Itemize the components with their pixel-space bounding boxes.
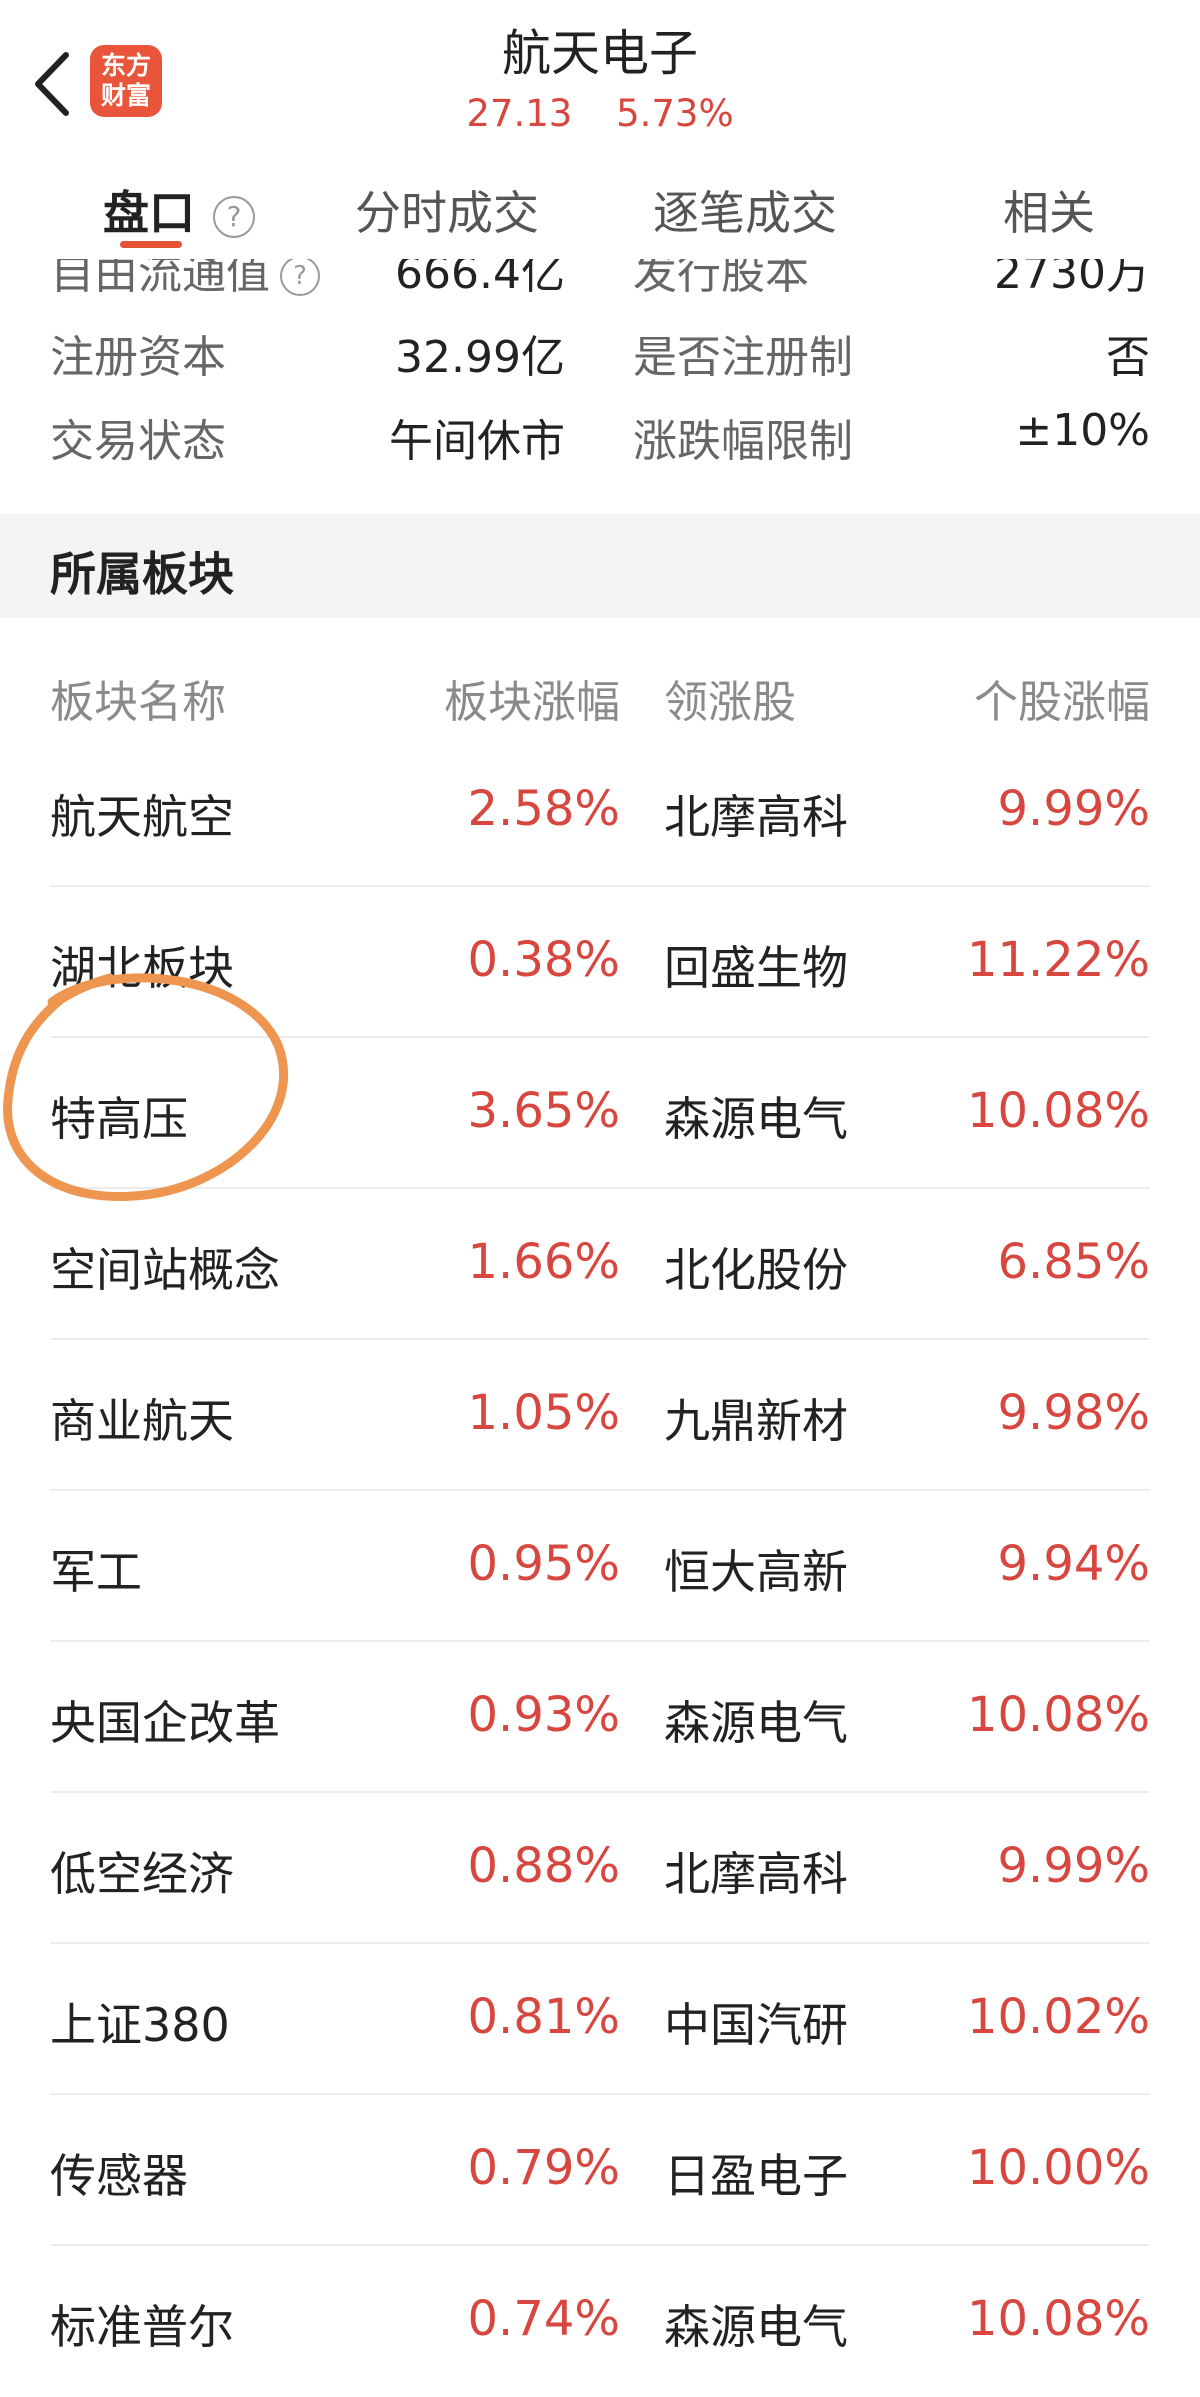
col-header-leader: 领涨股 xyxy=(664,677,796,728)
table-row[interactable]: 空间站概念 1.66% 北化股份 6.85% xyxy=(0,1189,1200,1340)
info-label: 自由流通值? xyxy=(50,259,320,301)
leader-stock: 北摩高科 xyxy=(664,1847,848,1901)
info-label: 发行股本 xyxy=(633,259,809,299)
col-header-sector-change: 板块涨幅 xyxy=(444,677,620,728)
info-value: ±10% xyxy=(1015,405,1150,456)
info-value: 32.99亿 xyxy=(395,332,565,383)
sector-name: 湖北板块 xyxy=(50,941,234,995)
sector-change: 0.95% xyxy=(467,1536,620,1592)
table-row[interactable]: 湖北板块 0.38% 回盛生物 11.22% xyxy=(0,887,1200,1038)
sector-name: 传感器 xyxy=(50,2149,188,2203)
leader-change: 10.08% xyxy=(966,1687,1150,1743)
info-value: 2730万 xyxy=(994,259,1150,299)
stock-price: 27.13 xyxy=(466,92,573,135)
help-icon[interactable]: ? xyxy=(280,259,320,296)
stock-info-panel: 自由流通值? 666.4亿 发行股本 2730万 注册资本 32.99亿 是否注… xyxy=(0,259,1200,514)
table-row[interactable]: 军工 0.95% 恒大高新 9.94% xyxy=(0,1491,1200,1642)
sector-change: 0.88% xyxy=(467,1838,620,1894)
leader-stock: 回盛生物 xyxy=(664,941,848,995)
leader-change: 10.00% xyxy=(966,2140,1150,2196)
sector-name: 央国企改革 xyxy=(50,1696,280,1750)
table-row[interactable]: 传感器 0.79% 日盈电子 10.00% xyxy=(0,2095,1200,2246)
table-row[interactable]: 上证380 0.81% 中国汽研 10.02% xyxy=(0,1944,1200,2095)
info-label: 交易状态 xyxy=(50,416,226,467)
info-row: 自由流通值? 666.4亿 发行股本 2730万 xyxy=(0,259,1200,299)
leader-change: 11.22% xyxy=(966,932,1150,988)
leader-stock: 日盈电子 xyxy=(664,2149,848,2203)
leader-change: 9.99% xyxy=(997,781,1150,837)
sector-change: 1.05% xyxy=(467,1385,620,1441)
tab-tick-trades[interactable]: 逐笔成交 xyxy=(653,177,837,243)
col-header-sector: 板块名称 xyxy=(50,677,226,728)
info-label: 涨跌幅限制 xyxy=(633,416,853,467)
leader-change: 10.08% xyxy=(966,1083,1150,1139)
section-title: 所属板块 xyxy=(50,547,234,601)
info-row: 注册资本 32.99亿 是否注册制 否 xyxy=(0,321,1200,383)
leader-change: 9.99% xyxy=(997,1838,1150,1894)
tab-related[interactable]: 相关 xyxy=(1003,177,1095,243)
leader-stock: 北化股份 xyxy=(664,1243,848,1297)
sector-name: 空间站概念 xyxy=(50,1243,280,1297)
info-value: 否 xyxy=(1106,332,1150,383)
sector-change: 0.74% xyxy=(467,2291,620,2347)
col-header-leader-change: 个股涨幅 xyxy=(974,677,1150,728)
tab-bar: 盘口? 分时成交 逐笔成交 相关 xyxy=(0,155,1200,259)
info-row: 交易状态 午间休市 涨跌幅限制 ±10% xyxy=(0,405,1200,467)
leader-stock: 九鼎新材 xyxy=(664,1394,848,1448)
leader-change: 6.85% xyxy=(997,1234,1150,1290)
leader-stock: 北摩高科 xyxy=(664,790,848,844)
table-row[interactable]: 低空经济 0.88% 北摩高科 9.99% xyxy=(0,1793,1200,1944)
leader-change: 9.94% xyxy=(997,1536,1150,1592)
sector-name: 标准普尔 xyxy=(50,2300,234,2354)
table-row[interactable]: 特高压 3.65% 森源电气 10.08% xyxy=(0,1038,1200,1189)
table-row[interactable]: 央国企改革 0.93% 森源电气 10.08% xyxy=(0,1642,1200,1793)
tab-active-indicator xyxy=(120,241,182,248)
table-row[interactable]: 商业航天 1.05% 九鼎新材 9.98% xyxy=(0,1340,1200,1491)
sector-change: 0.93% xyxy=(467,1687,620,1743)
leader-change: 10.08% xyxy=(966,2291,1150,2347)
stock-change-pct: 5.73% xyxy=(616,92,734,135)
sector-name: 低空经济 xyxy=(50,1847,234,1901)
tab-order-book[interactable]: 盘口? xyxy=(103,177,255,243)
leader-change: 10.02% xyxy=(966,1989,1150,2045)
sector-change: 0.79% xyxy=(467,2140,620,2196)
quote-line: 27.13 5.73% xyxy=(0,92,1200,135)
leader-stock: 中国汽研 xyxy=(664,1998,848,2052)
app-header: 东方 财富 航天电子 27.13 5.73% xyxy=(0,0,1200,156)
stock-name: 航天电子 xyxy=(501,25,698,82)
help-icon[interactable]: ? xyxy=(213,195,255,238)
info-value: 666.4亿 xyxy=(395,259,565,299)
sector-change: 0.81% xyxy=(467,1989,620,2045)
leader-stock: 恒大高新 xyxy=(664,1545,848,1599)
sector-section-header: 所属板块 xyxy=(0,514,1200,618)
sector-name: 军工 xyxy=(50,1545,142,1599)
sector-name: 特高压 xyxy=(50,1092,188,1146)
leader-stock: 森源电气 xyxy=(664,2300,848,2354)
sector-change: 1.66% xyxy=(467,1234,620,1290)
sector-change: 3.65% xyxy=(467,1083,620,1139)
table-row[interactable]: 标准普尔 0.74% 森源电气 10.08% xyxy=(0,2246,1200,2397)
tab-time-sales[interactable]: 分时成交 xyxy=(355,177,539,243)
leader-stock: 森源电气 xyxy=(664,1696,848,1750)
sector-change: 2.58% xyxy=(467,781,620,837)
info-label: 注册资本 xyxy=(50,332,226,383)
sector-change: 0.38% xyxy=(467,932,620,988)
table-row[interactable]: 航天航空 2.58% 北摩高科 9.99% xyxy=(0,736,1200,887)
sector-name: 上证380 xyxy=(50,1998,230,2052)
leader-stock: 森源电气 xyxy=(664,1092,848,1146)
sector-name: 航天航空 xyxy=(50,790,234,844)
sector-name: 商业航天 xyxy=(50,1394,234,1448)
info-value: 午间休市 xyxy=(389,416,565,467)
info-label: 是否注册制 xyxy=(633,332,853,383)
tab-order-book-label: 盘口 xyxy=(103,186,195,240)
leader-change: 9.98% xyxy=(997,1385,1150,1441)
